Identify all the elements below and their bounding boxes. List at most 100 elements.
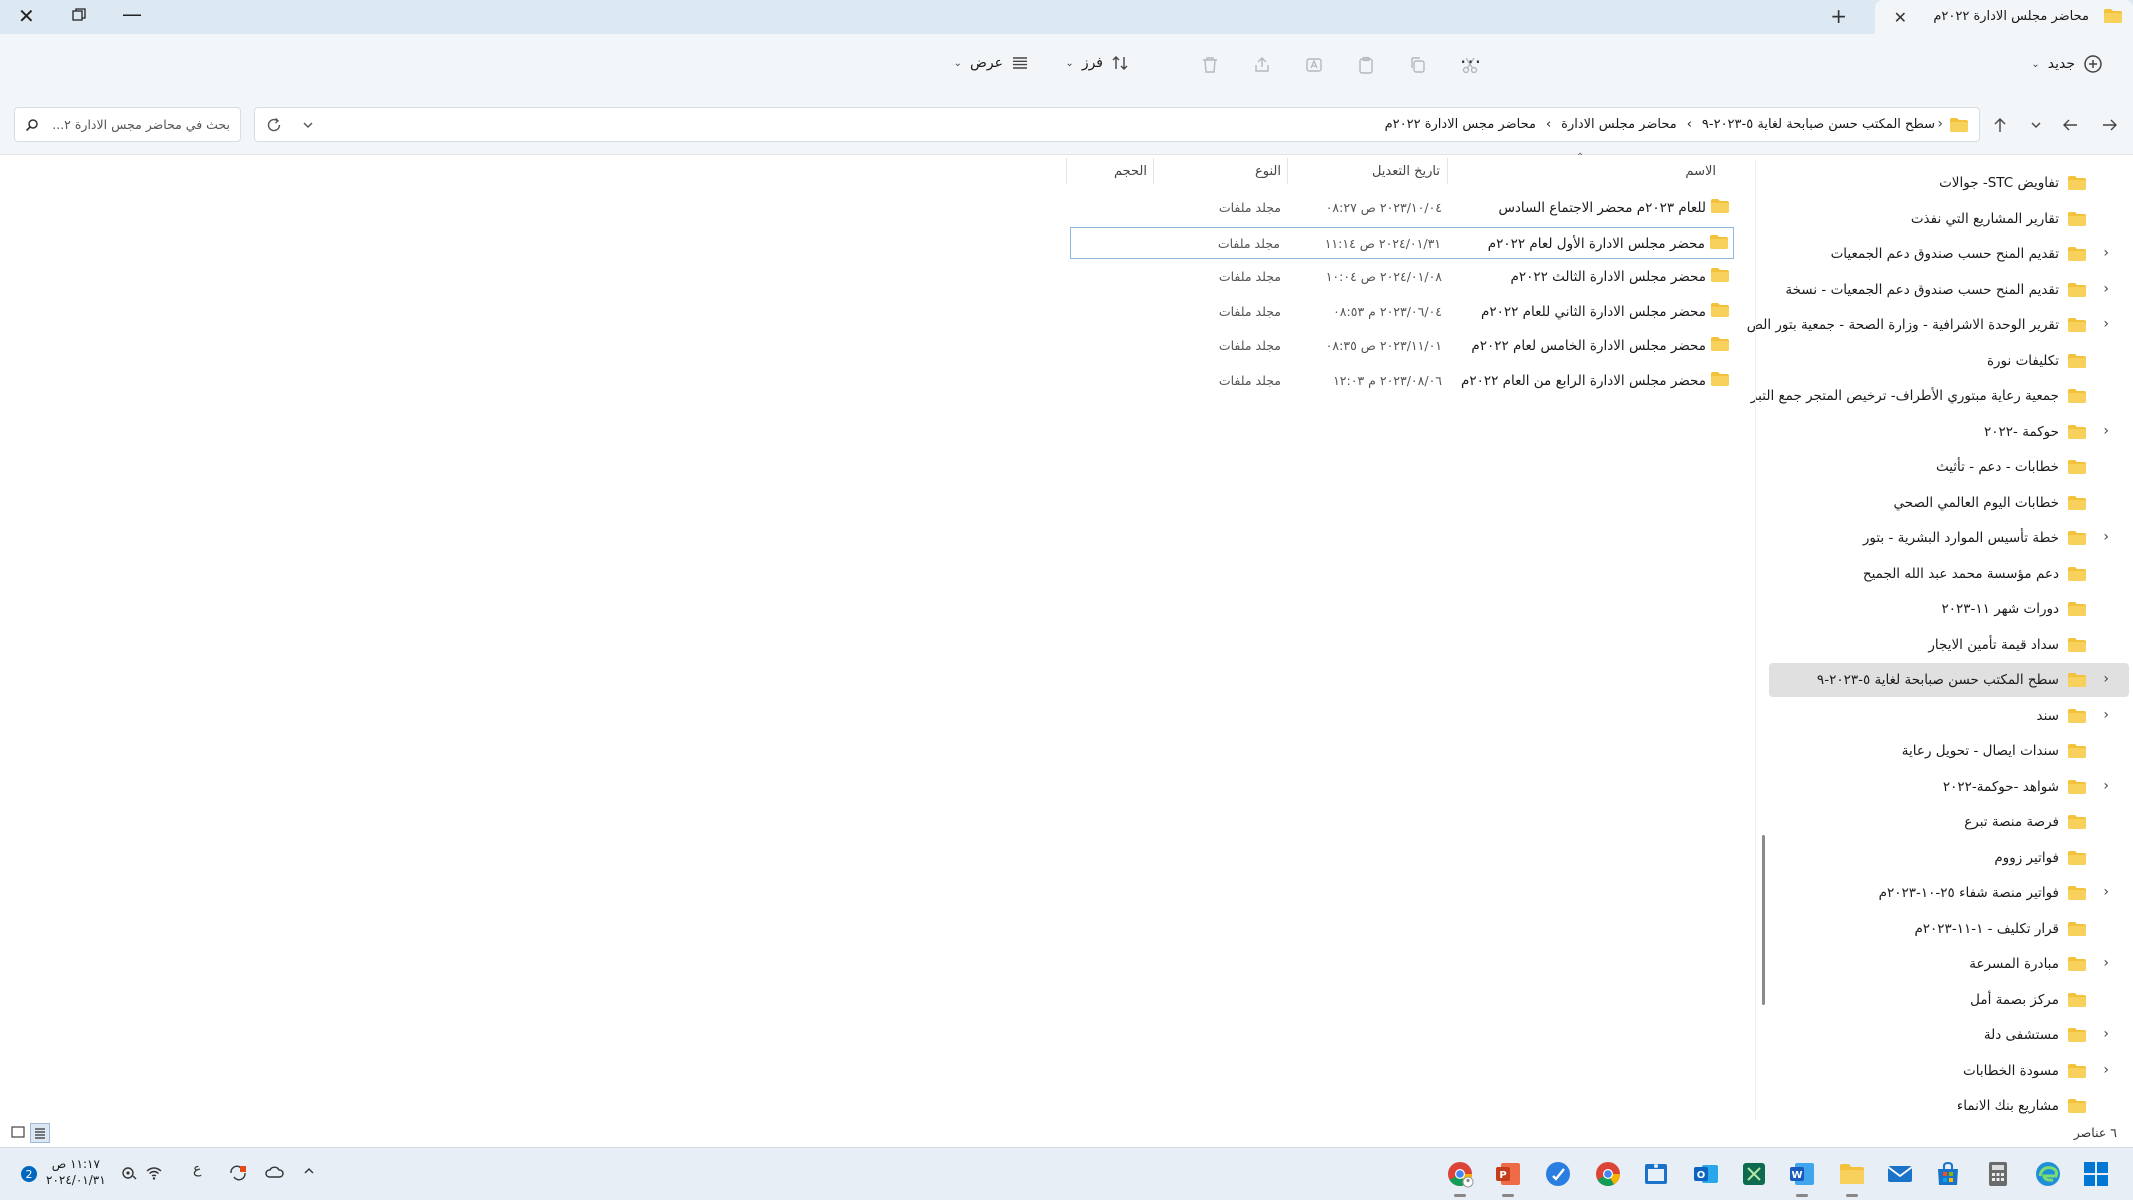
expand-chevron-icon[interactable]: ‹ [2103,423,2109,439]
large-icons-view-icon[interactable] [10,1124,26,1140]
file-row[interactable]: محضر مجلس الادارة الخامس لعام ٢٠٢٢م ٢٠٢٣/… [1070,330,1734,362]
edge-browser-icon[interactable] [2034,1160,2062,1188]
nav-item[interactable]: ‹ تقديم المنح حسب صندوق دعم الجمعيات [1769,237,2129,271]
details-view-icon[interactable] [30,1123,50,1143]
expand-chevron-icon[interactable]: ‹ [2103,884,2109,900]
expand-chevron-icon[interactable]: ‹ [2103,671,2109,687]
nav-item[interactable]: سندات ايصال - تحويل رعاية [1769,734,2129,768]
publisher-app-icon[interactable] [1740,1160,1768,1188]
start-windows-icon[interactable] [2082,1160,2110,1188]
rename-icon[interactable] [1305,56,1323,74]
nav-item[interactable]: ‹ سطح المكتب حسن صبابحة لغاية ٥-٢٠٢٣-٩ [1769,663,2129,697]
navigation-scrollbar[interactable] [1762,835,1765,1005]
column-header-size[interactable]: الحجم [1114,164,1147,179]
paste-icon[interactable] [1357,56,1375,74]
nav-item[interactable]: تقارير المشاريع التي نفذت [1769,202,2129,236]
sort-button[interactable]: فرز ⌄ [1065,54,1129,72]
new-tab-button[interactable]: + [1830,4,1847,28]
expand-chevron-icon[interactable]: ‹ [2103,707,2109,723]
breadcrumb-separator[interactable]: › [1687,117,1692,132]
breadcrumb-desktop[interactable]: سطح المكتب حسن صبابحة لغاية ٥-٢٠٢٣-٩ [1702,117,1935,132]
expand-chevron-icon[interactable]: ‹ [2103,281,2109,297]
recent-locations-chevron-icon[interactable] [2029,118,2043,132]
expand-chevron-icon[interactable]: ‹ [2103,1026,2109,1042]
search-box[interactable]: بحث في محاضر مجس الادارة ٢... [14,107,241,142]
refresh-icon[interactable] [265,116,283,134]
nav-item[interactable]: ‹ مسودة الخطابات [1769,1054,2129,1088]
input-language[interactable]: ع [193,1161,201,1177]
expand-chevron-icon[interactable]: ‹ [2103,529,2109,545]
calculator-icon[interactable] [1984,1160,2012,1188]
breadcrumb-current[interactable]: محاضر مجس الادارة ٢٠٢٢م [1385,117,1536,132]
search-input[interactable]: بحث في محاضر مجس الادارة ٢... [52,117,230,132]
address-dropdown-icon[interactable] [301,118,315,132]
nav-item[interactable]: ‹ مستشفى دلة [1769,1018,2129,1052]
column-header-type[interactable]: النوع [1255,164,1281,179]
nav-item[interactable]: فرصة منصة تبرع [1769,805,2129,839]
sync-icon[interactable] [228,1164,248,1182]
microsoft-store-icon[interactable] [1934,1160,1962,1188]
nav-item[interactable]: دعم مؤسسة محمد عبد الله الجميح [1769,557,2129,591]
forward-arrow-icon[interactable] [2101,116,2119,134]
file-row[interactable]: محضر مجلس الادارة الرابع من العام ٢٠٢٢م ٢… [1070,365,1734,397]
nav-item[interactable]: تكليفات نورة [1769,344,2129,378]
file-explorer-icon[interactable] [1838,1160,1866,1197]
nav-item[interactable]: مشاريع بنك الانماء [1769,1089,2129,1123]
share-icon[interactable] [1253,56,1271,74]
nav-item[interactable]: ‹ خطة تأسيس الموارد البشرية - بتور [1769,521,2129,555]
chrome-profile-icon[interactable] [1446,1160,1474,1197]
file-row[interactable]: محضر مجلس الادارة الثاني للعام ٢٠٢٢م ٢٠٢٣… [1070,296,1734,328]
messaging-app-icon[interactable] [1544,1160,1572,1188]
expand-chevron-icon[interactable]: ‹ [2103,1062,2109,1078]
file-row[interactable]: محضر مجلس الادارة الثالث ٢٠٢٢م ٢٠٢٤/٠١/٠٨… [1070,261,1734,293]
explorer-tab[interactable]: محاضر مجلس الادارة ٢٠٢٢م ✕ [1875,0,2133,34]
nav-item[interactable]: جمعية رعاية مبتوري الأطراف- ترخيص المتجر… [1751,379,2129,413]
contacts-app-icon[interactable] [1642,1160,1670,1188]
mail-icon[interactable] [1886,1160,1914,1188]
nav-item[interactable]: فواتير زووم [1769,841,2129,875]
copy-icon[interactable] [1409,56,1427,74]
file-row[interactable]: للعام ٢٠٢٣م محضر الاجتماع السادس ٢٠٢٣/١٠/… [1070,192,1734,224]
back-arrow-icon[interactable] [2061,116,2079,134]
nav-item[interactable]: قرار تكليف - ١-١١-٢٠٢٣م [1769,912,2129,946]
file-row[interactable]: محضر مجلس الادارة الأول لعام ٢٠٢٢م ٢٠٢٤/٠… [1070,226,1734,259]
show-hidden-icons-chevron-icon[interactable] [302,1164,316,1178]
window-restore-button[interactable] [72,8,86,22]
outlook-icon[interactable]: O [1692,1160,1720,1188]
nav-item[interactable]: ‹ مبادرة المسرعة [1769,947,2129,981]
column-header-modified[interactable]: تاريخ التعديل [1372,164,1440,179]
column-header-name[interactable]: الاسم [1685,164,1716,179]
system-clock[interactable]: ١١:١٧ ص ٢٠٢٤/٠١/٣١ [46,1156,106,1188]
bluetooth-settings-icon[interactable] [120,1164,138,1182]
nav-item[interactable]: ‹ تقرير الوحدة الاشرافية - وزارة الصحة - … [1747,308,2129,342]
onedrive-cloud-icon[interactable] [264,1164,284,1180]
expand-chevron-icon[interactable]: ‹ [2103,316,2109,332]
expand-chevron-icon[interactable]: ‹ [2103,245,2109,261]
nav-item[interactable]: ‹ فواتير منصة شفاء ٢٥-١٠-٢٠٢٣م [1769,876,2129,910]
nav-item[interactable]: دورات شهر ١١-٢٠٢٣ [1769,592,2129,626]
wifi-icon[interactable] [145,1164,163,1182]
nav-item[interactable]: سداد قيمة تأمين الايجار [1769,628,2129,662]
breadcrumb-separator[interactable]: › [1546,117,1551,132]
notification-badge-icon[interactable]: 2 [20,1165,38,1183]
chrome-icon[interactable] [1594,1160,1622,1188]
nav-item[interactable]: ‹ شواهد -حوكمة-٢٠٢٢ [1769,770,2129,804]
view-button[interactable]: عرض ⌄ [954,54,1029,72]
tab-close-button[interactable]: ✕ [1894,8,1907,27]
new-button[interactable]: جديد ⌄ [2031,54,2103,74]
delete-icon[interactable] [1201,56,1219,74]
expand-chevron-icon[interactable]: ‹ [2103,955,2109,971]
nav-item[interactable]: تفاويض STC- جوالات [1769,166,2129,200]
breadcrumb-board-minutes[interactable]: محاضر مجلس الادارة [1561,117,1677,132]
up-arrow-icon[interactable] [1991,116,2009,134]
more-options-button[interactable]: ··· [1460,50,1482,74]
nav-item[interactable]: مركز بصمة أمل [1769,983,2129,1017]
nav-item[interactable]: ‹ تقديم المنح حسب صندوق دعم الجمعيات - نس… [1769,273,2129,307]
nav-item[interactable]: ‹ سند [1769,699,2129,733]
nav-item[interactable]: ‹ حوكمة -٢٠٢٢ [1769,415,2129,449]
powerpoint-icon[interactable]: P [1494,1160,1522,1197]
address-bar[interactable]: › سطح المكتب حسن صبابحة لغاية ٥-٢٠٢٣-٩ ›… [254,107,1980,142]
word-icon[interactable]: W [1788,1160,1816,1197]
window-close-button[interactable]: ✕ [18,4,35,28]
expand-chevron-icon[interactable]: ‹ [2103,778,2109,794]
